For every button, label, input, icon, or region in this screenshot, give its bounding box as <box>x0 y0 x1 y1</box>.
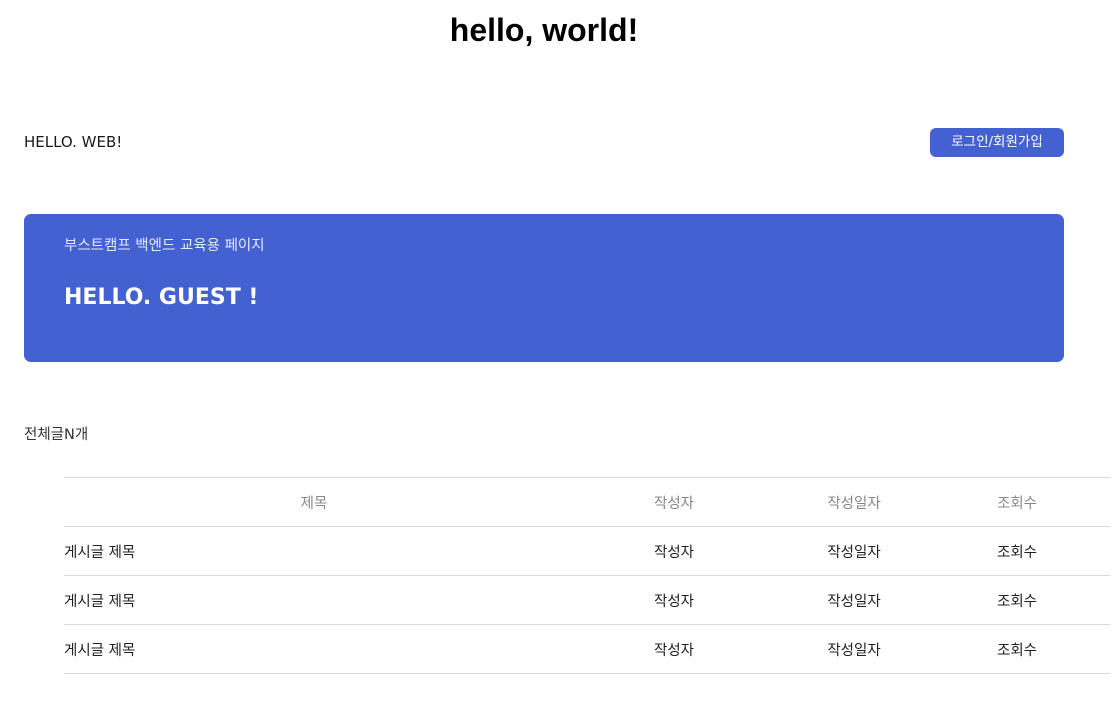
page-title: hello, world! <box>449 12 639 48</box>
post-title-cell[interactable]: 게시글 제목 <box>64 575 564 625</box>
post-title-cell[interactable]: 게시글 제목 <box>64 526 564 576</box>
post-date-cell: 작성일자 <box>784 575 924 625</box>
post-views-cell: 조회수 <box>924 526 1110 576</box>
brand-logo-text[interactable]: HELLO. WEB! <box>24 132 122 152</box>
column-header-views: 조회수 <box>924 477 1110 527</box>
post-views-cell: 조회수 <box>924 624 1110 674</box>
hero-banner: 부스트캠프 백엔드 교육용 페이지 HELLO. GUEST ! <box>24 214 1064 362</box>
table-row[interactable]: 게시글 제목 작성자 작성일자 조회수 <box>64 526 1110 576</box>
hero-heading: HELLO. GUEST ! <box>64 285 259 310</box>
post-views-cell: 조회수 <box>924 575 1110 625</box>
login-signup-button[interactable]: 로그인/회원가입 <box>930 128 1064 157</box>
post-author-cell: 작성자 <box>564 624 784 674</box>
post-title-cell[interactable]: 게시글 제목 <box>64 624 564 674</box>
table-row[interactable]: 게시글 제목 작성자 작성일자 조회수 <box>64 575 1110 625</box>
post-count: 전체글N개 <box>24 427 89 443</box>
hero-subtitle: 부스트캠프 백엔드 교육용 페이지 <box>64 238 265 254</box>
post-author-cell: 작성자 <box>564 575 784 625</box>
column-header-date: 작성일자 <box>784 477 924 527</box>
post-table: 제목 작성자 작성일자 조회수 게시글 제목 작성자 작성일자 조회수 게시글 … <box>64 477 1110 674</box>
column-header-title: 제목 <box>64 477 564 527</box>
table-row[interactable]: 게시글 제목 작성자 작성일자 조회수 <box>64 624 1110 674</box>
post-date-cell: 작성일자 <box>784 624 924 674</box>
column-header-author: 작성자 <box>564 477 784 527</box>
post-date-cell: 작성일자 <box>784 526 924 576</box>
header-bar: HELLO. WEB! 로그인/회원가입 <box>24 126 1064 158</box>
post-author-cell: 작성자 <box>564 526 784 576</box>
table-header-row: 제목 작성자 작성일자 조회수 <box>64 477 1110 527</box>
